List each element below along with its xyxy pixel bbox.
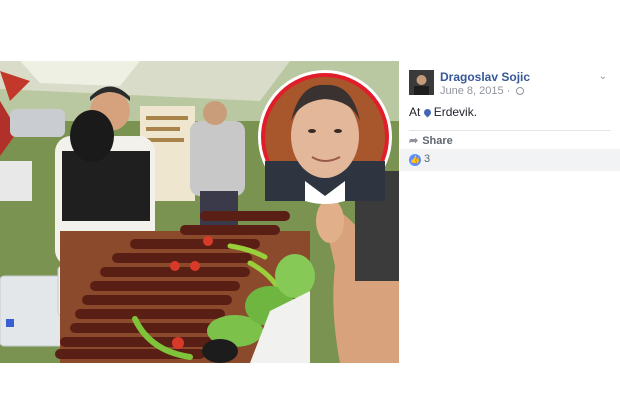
post-photo[interactable] [0,61,399,363]
location-link[interactable]: Erdevik. [434,105,477,119]
location-prefix: At [409,105,421,119]
divider [409,130,611,131]
reaction-bar[interactable]: 👍 3 [400,149,620,171]
share-label: Share [422,135,453,147]
location-line: At Erdevik. [409,105,477,119]
share-button[interactable]: ➦ Share [409,134,453,147]
avatar[interactable] [409,70,434,95]
author-name[interactable]: Dragoslav Sojic [440,70,530,84]
post-sidebar: Dragoslav Sojic June 8, 2015 · ⌄ At Erde… [400,61,620,363]
chevron-down-icon[interactable]: ⌄ [599,71,607,82]
post-date[interactable]: June 8, 2015 [440,85,504,97]
post-meta: June 8, 2015 · [440,85,525,97]
like-count: 3 [424,153,431,165]
globe-icon [516,87,525,95]
like-thumb-icon: 👍 [409,154,421,166]
share-arrow-icon: ➦ [409,135,419,147]
location-pin-icon [422,107,433,118]
meta-separator: · [506,85,511,97]
